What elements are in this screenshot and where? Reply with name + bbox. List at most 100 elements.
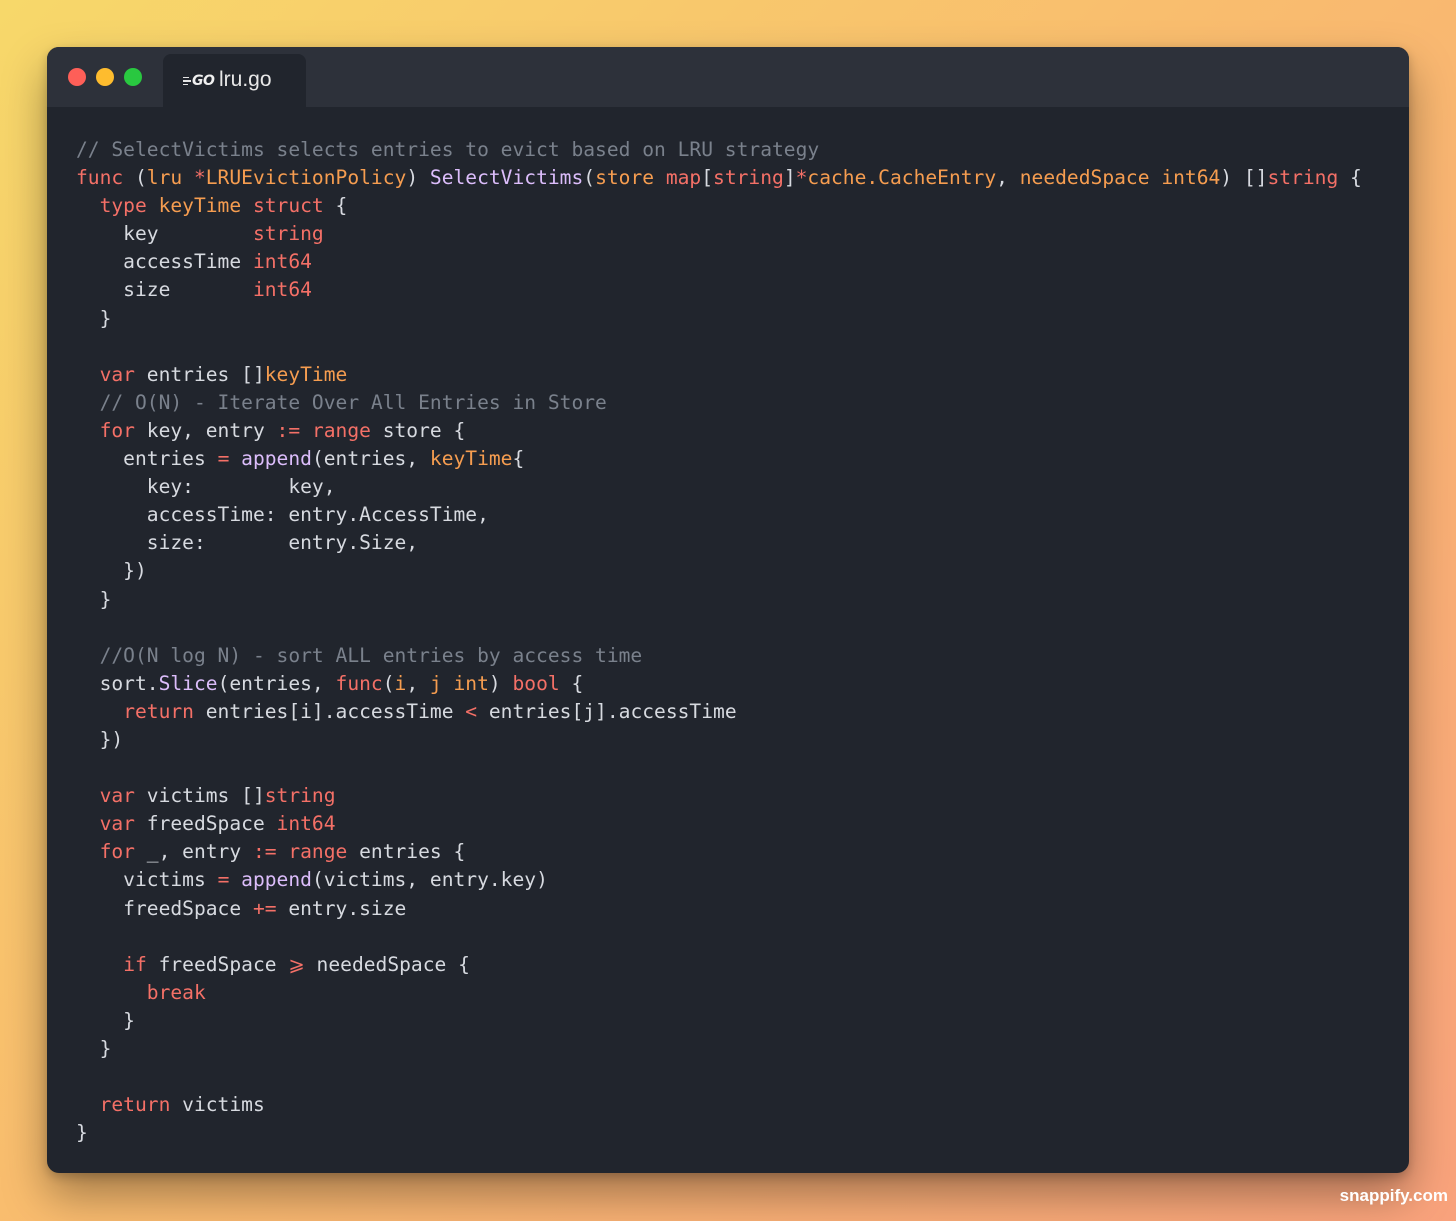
- code-token: for: [99, 840, 135, 864]
- maximize-window-button[interactable]: [124, 68, 142, 86]
- code-token: string: [264, 784, 336, 808]
- code-token: for: [99, 418, 135, 442]
- code-token: ) []: [1220, 166, 1268, 190]
- code-token: entries[i].accessTime: [193, 699, 466, 723]
- code-token: (: [583, 166, 596, 190]
- code-line: }): [76, 726, 1362, 754]
- code-token: }: [76, 306, 112, 330]
- code-token: return: [123, 699, 194, 723]
- code-line: var freedSpace int64: [76, 810, 1362, 838]
- code-token: keyTime: [429, 447, 513, 471]
- watermark: snappify.com: [1339, 1186, 1448, 1205]
- code-token: victims: [76, 868, 218, 892]
- code-token: ]: [783, 166, 796, 190]
- code-line: }: [76, 305, 1362, 333]
- code-token: {: [559, 671, 584, 695]
- code-token: }: [76, 1121, 88, 1145]
- code-token: SelectVictims: [429, 166, 584, 190]
- code-token: var: [99, 812, 135, 836]
- code-line: entries = append(entries, keyTime{: [76, 445, 1362, 473]
- code-token: (victims, entry.key): [311, 868, 548, 892]
- code-token: return: [99, 1093, 171, 1117]
- code-token: ,: [406, 671, 430, 695]
- code-token: =: [217, 447, 230, 471]
- code-line: key: key,: [76, 473, 1362, 501]
- code-token: (: [123, 166, 147, 190]
- code-line: var entries []keyTime: [76, 361, 1362, 389]
- code-token: string: [1267, 166, 1339, 190]
- code-line: }: [76, 1035, 1362, 1063]
- code-token: key: key,: [76, 475, 336, 499]
- code-token: keyTime: [264, 362, 348, 386]
- minimize-window-button[interactable]: [96, 68, 114, 86]
- code-token: LRUEvictionPolicy: [205, 166, 407, 190]
- code-token: store: [595, 166, 655, 190]
- code-token: // O(N) - Iterate Over All Entries in St…: [76, 390, 607, 414]
- code-line: for key, entry := range store {: [76, 417, 1362, 445]
- code-token: int64: [252, 250, 312, 274]
- code-token: keyTime: [158, 194, 242, 218]
- code-token: {: [1338, 166, 1362, 190]
- code-token: entries: [76, 447, 218, 471]
- code-editor[interactable]: // SelectVictims selects entries to evic…: [76, 136, 1362, 1147]
- code-line: }): [76, 557, 1362, 585]
- file-tab[interactable]: GO lru.go: [163, 54, 306, 107]
- code-token: {: [323, 194, 348, 218]
- code-token: ): [406, 166, 430, 190]
- code-token: size: entry.Size,: [76, 531, 419, 555]
- code-token: [: [701, 166, 714, 190]
- code-token: append: [241, 868, 312, 892]
- code-line: size: entry.Size,: [76, 529, 1362, 557]
- code-token: sort.: [76, 671, 159, 695]
- code-token: +=: [252, 896, 277, 920]
- code-token: entries {: [347, 840, 466, 864]
- code-token: ,: [996, 166, 1020, 190]
- code-line: freedSpace += entry.size: [76, 895, 1362, 923]
- code-line: for _, entry := range entries {: [76, 838, 1362, 866]
- code-token: neededSpace: [1019, 166, 1150, 190]
- code-token: *: [193, 166, 206, 190]
- code-token: break: [146, 980, 206, 1004]
- code-line: }: [76, 1119, 1362, 1147]
- code-token: =: [217, 868, 230, 892]
- code-token: }: [76, 1037, 112, 1060]
- code-token: lru: [146, 166, 183, 190]
- code-token: accessTime: entry.AccessTime,: [76, 503, 489, 527]
- code-token: size: [76, 278, 253, 302]
- code-line: // O(N) - Iterate Over All Entries in St…: [76, 389, 1362, 417]
- code-token: if: [123, 952, 147, 976]
- code-token: string: [252, 222, 324, 246]
- close-window-button[interactable]: [68, 68, 86, 86]
- code-line: func (lru *LRUEvictionPolicy) SelectVict…: [76, 164, 1362, 192]
- code-token: type: [99, 194, 147, 218]
- code-token: int: [453, 671, 489, 695]
- code-token: range: [311, 418, 371, 442]
- code-token: // SelectVictims selects entries to evic…: [76, 138, 820, 161]
- code-token: append: [241, 447, 312, 471]
- code-token: j: [429, 671, 442, 695]
- code-token: Slice: [158, 671, 218, 695]
- code-token: :=: [252, 840, 277, 864]
- code-token: entries []: [134, 362, 265, 386]
- code-token: //O(N log N) - sort ALL entries by acces…: [76, 643, 643, 667]
- code-token: func: [76, 166, 124, 190]
- code-line: }: [76, 1007, 1362, 1035]
- title-bar: GO lru.go: [47, 47, 1409, 107]
- code-line: if freedSpace ⩾ neededSpace {: [76, 951, 1362, 979]
